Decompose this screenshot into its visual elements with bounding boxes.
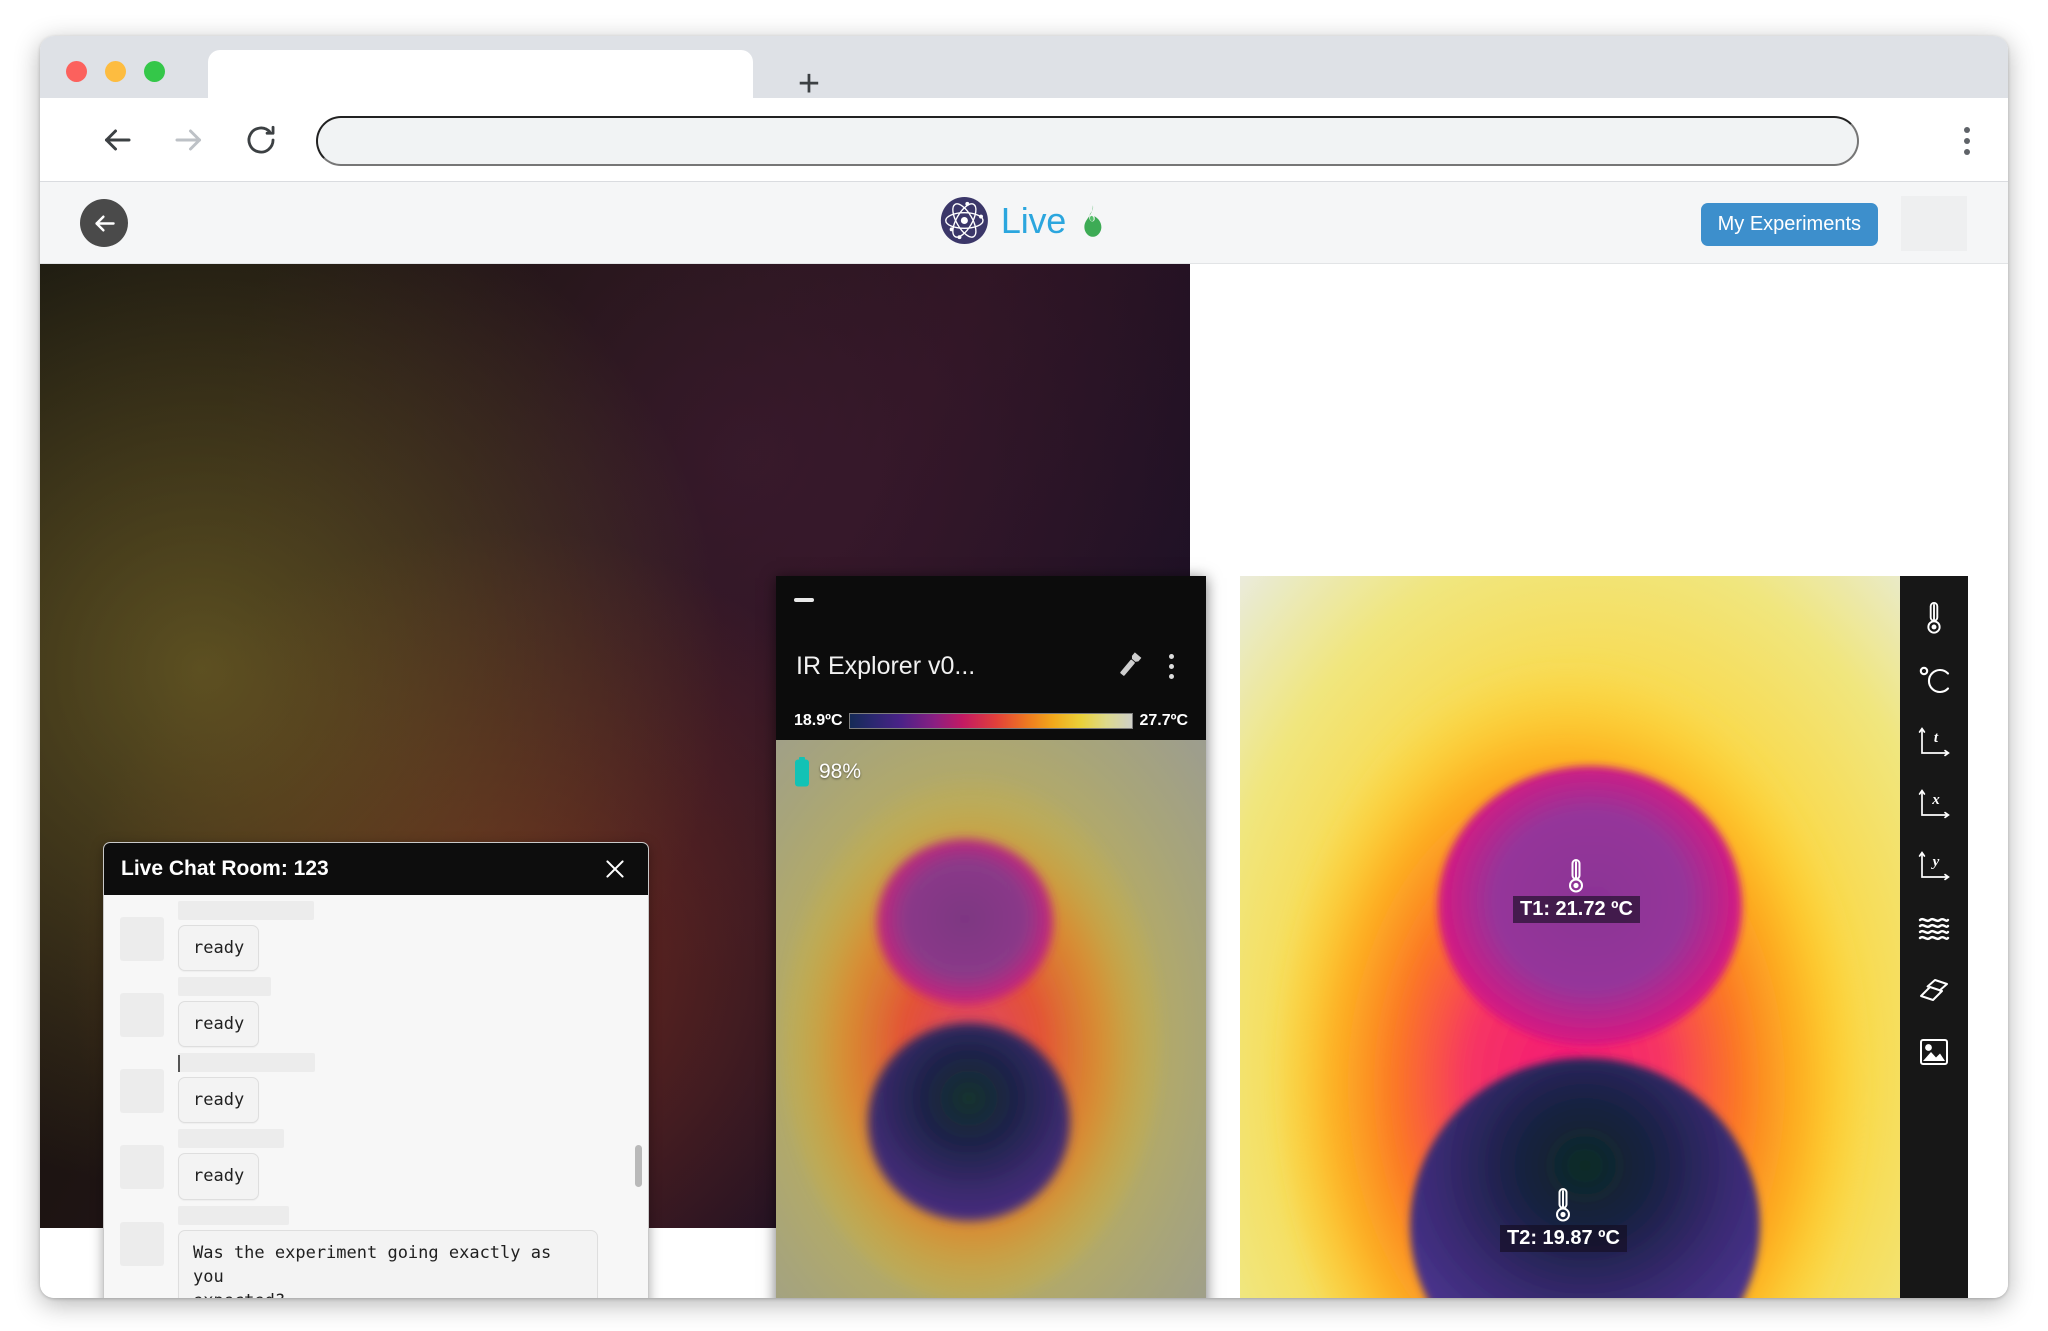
browser-menu-button[interactable]: [1950, 122, 1984, 160]
live-chat-panel: Live Chat Room: 123 ready ready ready re…: [103, 842, 649, 1298]
temperature-marker-t2[interactable]: T2: 19.87 ºC: [1500, 1187, 1627, 1252]
chat-author-redacted: [178, 1053, 315, 1073]
time-graph-tool-button[interactable]: t: [1911, 722, 1957, 762]
ir-explorer-phone-panel: IR Explorer v0... 18.9ºC 27.7ºC 98%: [776, 576, 1206, 1298]
thermometer-icon: [1921, 601, 1947, 635]
phone-statusbar: [776, 576, 1206, 630]
temp-max-label: 27.7ºC: [1139, 712, 1188, 729]
waves-icon: [1918, 915, 1950, 941]
waves-tool-button[interactable]: [1911, 908, 1957, 948]
phone-temperature-scale: 18.9ºC 27.7ºC: [776, 702, 1206, 740]
window-close-button[interactable]: [66, 61, 87, 82]
header-placeholder: [1901, 196, 1967, 251]
chat-message: ready: [104, 901, 648, 972]
svg-text:x: x: [1931, 792, 1940, 808]
atom-logo-icon: [940, 196, 989, 245]
my-experiments-button[interactable]: My Experiments: [1700, 203, 1878, 246]
chat-scrollbar[interactable]: [635, 1145, 642, 1187]
chat-message-text: ready: [178, 1001, 260, 1048]
celsius-icon: [1917, 664, 1951, 696]
kebab-menu-icon[interactable]: [1156, 646, 1186, 686]
chat-author-redacted: [178, 1205, 289, 1225]
chat-message-text: ready: [178, 1077, 260, 1124]
chat-title: Live Chat Room: 123: [121, 857, 329, 880]
chat-message-text: ready: [178, 1153, 260, 1200]
eraser-icon: [1918, 976, 1950, 1004]
thermometer-icon: [1563, 858, 1589, 894]
chat-message: Was the experiment going exactly as you …: [104, 1205, 648, 1298]
phone-infrared-view[interactable]: 98%: [776, 740, 1206, 1298]
phone-thermal-image: [776, 740, 1206, 1298]
browser-back-button[interactable]: [94, 117, 140, 163]
chat-author-redacted: [178, 901, 314, 920]
chat-titlebar: Live Chat Room: 123: [104, 843, 648, 895]
browser-reload-button[interactable]: [238, 117, 284, 163]
page-title: Live: [1000, 199, 1067, 241]
thermometer-icon: [1550, 1187, 1576, 1223]
eraser-tool-button[interactable]: [1911, 970, 1957, 1010]
chat-message: ready: [104, 1129, 648, 1200]
image-icon: [1919, 1038, 1949, 1066]
celsius-tool-button[interactable]: [1911, 660, 1957, 700]
thermometer-tool-button[interactable]: [1911, 598, 1957, 638]
x-graph-tool-button[interactable]: x: [1911, 784, 1957, 824]
address-bar-input[interactable]: [316, 116, 1859, 166]
y-axis-icon: y: [1917, 850, 1951, 882]
image-tool-button[interactable]: [1911, 1032, 1957, 1072]
text-caret: [178, 1055, 180, 1073]
avatar: [120, 1221, 164, 1266]
app-back-button[interactable]: [80, 199, 128, 247]
window-traffic-lights: [66, 61, 165, 82]
phone-app-title: IR Explorer v0...: [796, 651, 976, 680]
browser-toolbar: [40, 98, 2008, 182]
avatar: [120, 917, 164, 961]
svg-text:t: t: [1934, 730, 1939, 746]
app-header: Live My Experiments: [40, 182, 2008, 264]
t-axis-icon: t: [1917, 726, 1951, 758]
window-minimize-button[interactable]: [105, 61, 126, 82]
tool-rail: t x y: [1900, 576, 1968, 1298]
flame-icon: [1078, 204, 1108, 238]
status-dash-icon: [794, 598, 814, 602]
flashlight-icon[interactable]: [1108, 645, 1150, 687]
chat-message: ready: [104, 1053, 648, 1124]
browser-forward-button[interactable]: [166, 117, 212, 163]
main-stage: Live Chat Room: 123 ready ready ready re…: [40, 264, 2008, 1298]
avatar: [120, 993, 164, 1038]
x-axis-icon: x: [1917, 788, 1951, 820]
chat-message: ready: [104, 977, 648, 1048]
avatar: [120, 1145, 164, 1190]
svg-text:y: y: [1931, 854, 1940, 870]
browser-window: + Live My Experiments Live Chat Room: 12…: [40, 36, 2008, 1298]
temperature-value: T2: 19.87 ºC: [1500, 1225, 1627, 1252]
battery-indicator: 98%: [790, 754, 871, 790]
chat-message-text: Was the experiment going exactly as you …: [178, 1229, 598, 1298]
chat-message-text: ready: [178, 925, 260, 972]
browser-tabstrip: +: [40, 36, 2008, 112]
temperature-marker-t1[interactable]: T1: 21.72 ºC: [1513, 858, 1640, 923]
close-icon[interactable]: [598, 852, 632, 886]
temp-min-label: 18.9ºC: [794, 712, 843, 729]
phone-appbar: IR Explorer v0...: [776, 630, 1206, 702]
y-graph-tool-button[interactable]: y: [1911, 846, 1957, 886]
avatar: [120, 1069, 164, 1114]
chat-message-list[interactable]: ready ready ready ready Was the experime…: [104, 895, 648, 1298]
battery-icon: [794, 757, 810, 787]
window-zoom-button[interactable]: [144, 61, 165, 82]
brand: Live: [940, 196, 1108, 245]
temperature-colorbar: [848, 713, 1134, 729]
chat-author-redacted: [178, 1129, 284, 1149]
chat-author-redacted: [178, 977, 271, 997]
temperature-value: T1: 21.72 ºC: [1513, 896, 1640, 923]
battery-level: 98%: [819, 760, 862, 783]
